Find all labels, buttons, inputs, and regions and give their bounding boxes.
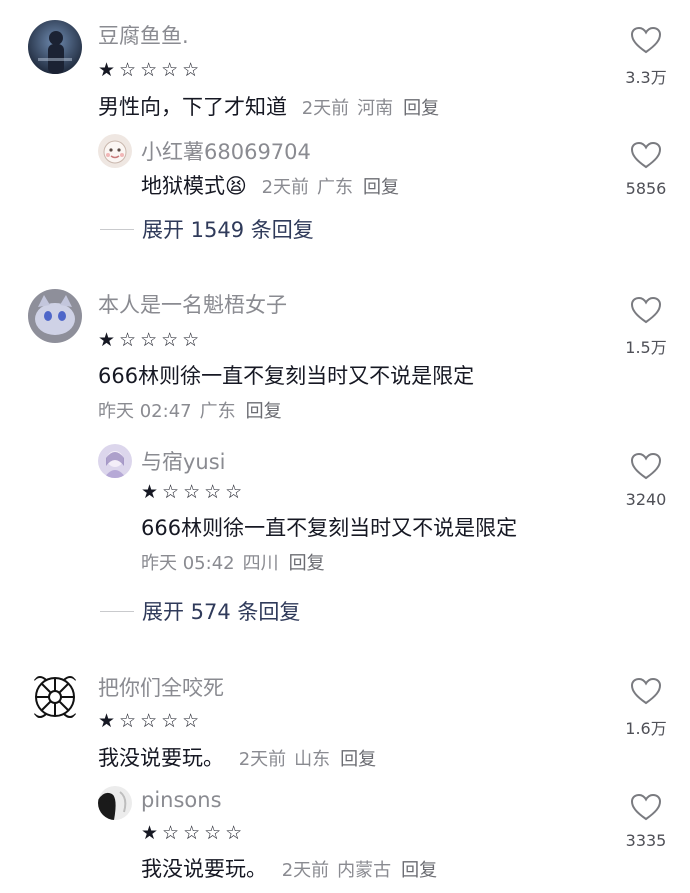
- comment-meta: 2天前 河南 回复: [302, 98, 439, 119]
- comment-meta: 昨天 02:47 广东 回复: [98, 397, 282, 423]
- comment-location: 山东: [294, 749, 331, 770]
- reply-time: 2天前: [261, 177, 310, 198]
- reply-text: 地狱模式😫 2天前 广东 回复: [141, 170, 399, 200]
- comment-location: 广东: [199, 401, 236, 422]
- heart-outline-icon: [630, 677, 662, 705]
- avatar[interactable]: [98, 134, 132, 168]
- comment-section: 豆腐鱼鱼. ★☆☆☆☆ 男性向，下了才知道 2天前河南回复 3.3万 小红薯: [0, 0, 690, 893]
- reply-body: 地狱模式: [141, 174, 225, 198]
- comment-body: 我没说要玩。: [98, 746, 224, 770]
- reply-time: 昨天 05:42: [141, 553, 235, 574]
- comment-body: 男性向，下了才知道: [98, 95, 287, 119]
- comment-time: 昨天 02:47: [98, 401, 192, 422]
- like-button[interactable]: 1.5万: [620, 296, 672, 358]
- reply-time: 2天前: [281, 860, 330, 881]
- reply-button[interactable]: 回复: [401, 860, 437, 881]
- heart-outline-icon: [630, 296, 662, 324]
- avatar[interactable]: [98, 786, 132, 820]
- reply-button[interactable]: 回复: [246, 401, 282, 422]
- reply-username[interactable]: 与宿yusi: [141, 446, 226, 476]
- rating-stars: ★☆☆☆☆: [98, 59, 204, 81]
- reply-username[interactable]: pinsons: [141, 788, 222, 812]
- comment-time: 2天前: [238, 749, 287, 770]
- avatar[interactable]: [98, 444, 132, 478]
- reply-meta: 2天前 广东 回复: [262, 177, 399, 198]
- rating-stars: ★☆☆☆☆: [141, 822, 247, 844]
- reply-text: 我没说要玩。 2天前 内蒙古 回复: [141, 853, 437, 883]
- expand-replies-button[interactable]: 展开 574 条回复: [100, 596, 300, 626]
- like-count: 3.3万: [625, 68, 667, 87]
- like-count: 1.6万: [625, 719, 667, 738]
- reply-meta: 2天前 内蒙古 回复: [282, 860, 437, 881]
- expand-replies-label: 展开 1549 条回复: [142, 218, 314, 242]
- reply-button[interactable]: 回复: [340, 749, 376, 770]
- expand-replies-label: 展开 574 条回复: [142, 600, 301, 624]
- comment-text: 男性向，下了才知道 2天前 河南 回复: [98, 91, 439, 121]
- username[interactable]: 豆腐鱼鱼.: [98, 20, 189, 50]
- divider-line: [100, 228, 134, 230]
- reply-username[interactable]: 小红薯68069704: [141, 136, 311, 166]
- heart-outline-icon: [630, 26, 662, 54]
- reply-body: 我没说要玩。: [141, 857, 267, 881]
- like-count: 3335: [625, 831, 667, 850]
- like-button[interactable]: 5856: [620, 141, 672, 198]
- rating-stars: ★☆☆☆☆: [141, 481, 247, 503]
- emoji-icon: 😫: [225, 174, 247, 198]
- like-button[interactable]: 3240: [620, 452, 672, 509]
- avatar[interactable]: [28, 289, 82, 343]
- username[interactable]: 把你们全咬死: [98, 672, 224, 702]
- reply-button[interactable]: 回复: [363, 177, 399, 198]
- avatar[interactable]: [28, 20, 82, 74]
- reply-meta: 昨天 05:42 四川 回复: [141, 549, 325, 575]
- reply-body: 666林则徐一直不复刻当时又不说是限定: [141, 516, 518, 540]
- username[interactable]: 本人是一名魁梧女子: [98, 289, 287, 319]
- divider-line: [100, 610, 134, 612]
- rating-stars: ★☆☆☆☆: [98, 710, 204, 732]
- reply-button[interactable]: 回复: [403, 98, 439, 119]
- like-button[interactable]: 3335: [620, 793, 672, 850]
- reply-location: 广东: [317, 177, 354, 198]
- expand-replies-button[interactable]: 展开 1549 条回复: [100, 214, 314, 244]
- heart-outline-icon: [630, 452, 662, 480]
- like-count: 5856: [625, 179, 667, 198]
- like-button[interactable]: 1.6万: [620, 677, 672, 739]
- reply-button[interactable]: 回复: [289, 553, 325, 574]
- comment-meta: 2天前 山东 回复: [239, 749, 376, 770]
- comment-location: 河南: [357, 98, 394, 119]
- heart-outline-icon: [630, 141, 662, 169]
- like-count: 1.5万: [625, 338, 667, 357]
- like-count: 3240: [625, 490, 667, 509]
- comment-time: 2天前: [301, 98, 350, 119]
- comment-body: 666林则徐一直不复刻当时又不说是限定: [98, 364, 475, 388]
- comment-text: 我没说要玩。 2天前 山东 回复: [98, 742, 376, 772]
- avatar[interactable]: [28, 670, 82, 724]
- rating-stars: ★☆☆☆☆: [98, 329, 204, 351]
- like-button[interactable]: 3.3万: [620, 26, 672, 88]
- reply-location: 内蒙古: [337, 860, 392, 881]
- reply-location: 四川: [242, 553, 279, 574]
- heart-outline-icon: [630, 793, 662, 821]
